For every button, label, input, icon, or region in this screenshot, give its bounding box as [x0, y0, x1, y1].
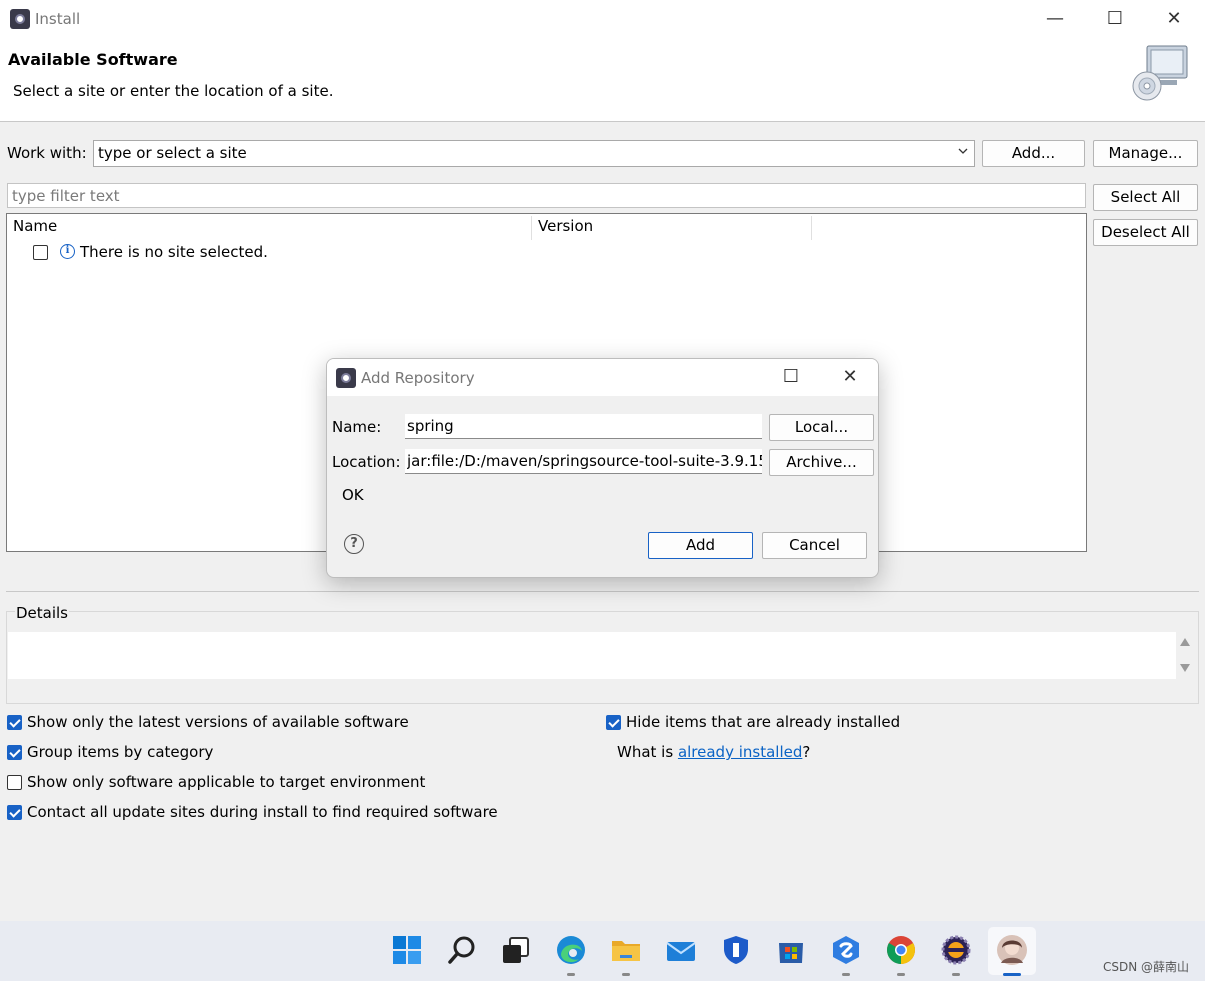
edge-icon[interactable] [555, 934, 587, 966]
row-checkbox[interactable] [33, 245, 48, 260]
work-with-label: Work with: [7, 144, 87, 162]
hide-installed-checkbox[interactable] [606, 715, 621, 730]
latest-versions-checkbox[interactable] [7, 715, 22, 730]
group-by-category-label: Group items by category [27, 743, 214, 761]
wizard-header: Available Software Select a site or ente… [0, 38, 1205, 122]
mail-icon[interactable] [665, 934, 697, 966]
window-titlebar[interactable]: Install — ☐ ✕ [0, 0, 1205, 38]
what-is-installed-text: What is already installed? [617, 743, 810, 761]
watermark: CSDN @薛南山 [1103, 960, 1190, 974]
name-label: Name: [332, 418, 382, 436]
eclipse-icon[interactable] [940, 934, 972, 966]
minimize-button[interactable]: — [1040, 6, 1070, 32]
task-view-icon[interactable] [500, 934, 532, 966]
contact-update-sites-checkbox[interactable] [7, 805, 22, 820]
filter-input[interactable] [8, 184, 1085, 207]
details-text-area[interactable] [8, 632, 1176, 679]
eclipse-app-icon [10, 9, 30, 29]
work-with-value: type or select a site [98, 144, 247, 162]
latest-versions-label: Show only the latest versions of availab… [27, 713, 409, 731]
running-indicator [567, 973, 575, 976]
chevron-down-icon[interactable] [958, 146, 968, 156]
page-title: Available Software [8, 50, 178, 69]
active-indicator [1003, 973, 1021, 976]
what-is-prefix: What is [617, 743, 678, 761]
chrome-icon[interactable] [885, 934, 917, 966]
filter-field[interactable] [7, 183, 1086, 208]
already-installed-link[interactable]: already installed [678, 743, 802, 761]
info-icon: i [60, 244, 75, 259]
group-by-category-checkbox[interactable] [7, 745, 22, 760]
taskbar [0, 921, 1205, 981]
location-label: Location: [332, 453, 401, 471]
scroll-down-icon[interactable] [1180, 664, 1190, 672]
defender-icon[interactable] [720, 934, 752, 966]
name-field[interactable] [405, 414, 762, 439]
dialog-close-button[interactable]: ✕ [835, 364, 865, 390]
column-separator[interactable] [811, 216, 812, 240]
details-label: Details [15, 604, 70, 622]
maximize-button[interactable]: ☐ [1100, 6, 1130, 32]
column-header-name[interactable]: Name [13, 217, 57, 241]
work-with-combo[interactable]: type or select a site [93, 140, 975, 167]
search-icon[interactable] [446, 934, 478, 966]
dialog-maximize-button[interactable]: ☐ [776, 364, 806, 390]
column-header-version[interactable]: Version [538, 217, 593, 241]
manage-sites-button[interactable]: Manage... [1093, 140, 1198, 167]
add-site-button[interactable]: Add... [982, 140, 1085, 167]
close-button[interactable]: ✕ [1159, 6, 1189, 32]
running-indicator [622, 973, 630, 976]
contact-update-sites-label: Contact all update sites during install … [27, 803, 498, 821]
page-subtitle: Select a site or enter the location of a… [13, 82, 334, 100]
avatar-app-icon[interactable] [996, 934, 1028, 966]
location-field[interactable] [405, 449, 762, 474]
running-indicator [842, 973, 850, 976]
local-button[interactable]: Local... [769, 414, 874, 441]
window-title: Install [35, 10, 81, 28]
add-repository-dialog[interactable]: Add Repository ☐ ✕ Name: Local... Locati… [326, 358, 879, 578]
name-input[interactable] [405, 414, 762, 438]
column-separator[interactable] [531, 216, 532, 240]
select-all-button[interactable]: Select All [1093, 184, 1198, 211]
store-icon[interactable] [775, 934, 807, 966]
deselect-all-button[interactable]: Deselect All [1093, 219, 1198, 246]
windows-start-icon[interactable] [391, 934, 423, 966]
hide-installed-label: Hide items that are already installed [626, 713, 901, 731]
archive-button[interactable]: Archive... [769, 449, 874, 476]
status-message: OK [342, 486, 364, 504]
running-indicator [952, 973, 960, 976]
eclipse-app-icon [336, 368, 356, 388]
install-software-icon [1132, 45, 1188, 101]
feishu-icon[interactable] [830, 934, 862, 966]
scroll-up-icon[interactable] [1180, 638, 1190, 646]
dialog-title: Add Repository [361, 369, 475, 387]
cancel-button[interactable]: Cancel [762, 532, 867, 559]
location-input[interactable] [405, 449, 762, 473]
target-environment-checkbox[interactable] [7, 775, 22, 790]
help-icon[interactable]: ? [344, 534, 364, 554]
divider [6, 591, 1199, 592]
dialog-titlebar[interactable]: Add Repository ☐ ✕ [327, 359, 878, 396]
file-explorer-icon[interactable] [610, 934, 642, 966]
add-repository-button[interactable]: Add [648, 532, 753, 559]
running-indicator [897, 973, 905, 976]
what-is-suffix: ? [802, 743, 811, 761]
row-label: There is no site selected. [80, 243, 268, 261]
target-environment-label: Show only software applicable to target … [27, 773, 426, 791]
